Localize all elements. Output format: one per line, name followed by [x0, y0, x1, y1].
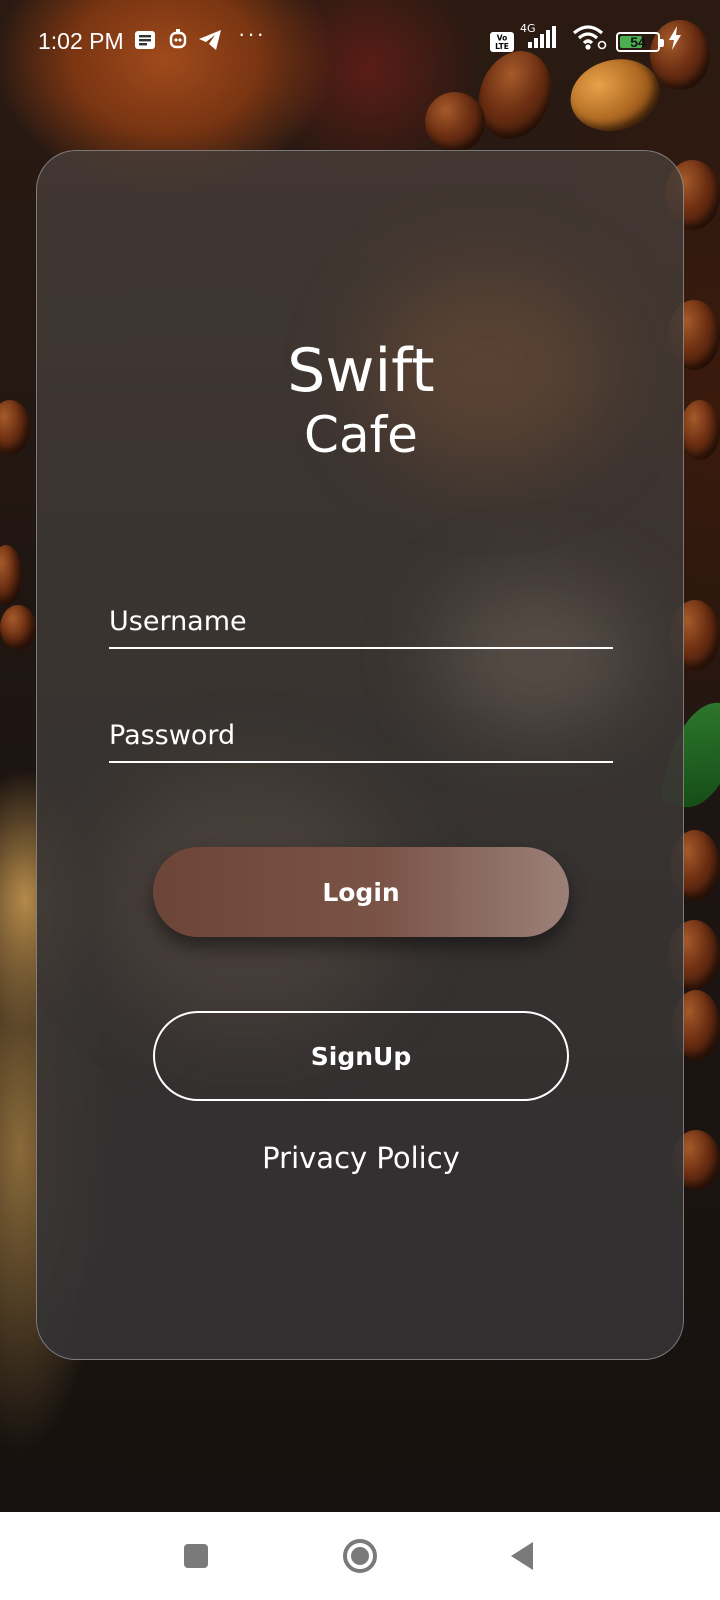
coffee-bean — [680, 400, 720, 460]
battery-level: 54 — [630, 34, 646, 50]
coffee-bean — [0, 605, 36, 650]
telegram-icon — [198, 28, 222, 52]
signup-button[interactable]: SignUp — [153, 1011, 569, 1101]
password-field — [109, 699, 613, 763]
home-button[interactable] — [338, 1534, 382, 1578]
privacy-policy-link[interactable]: Privacy Policy — [37, 1141, 683, 1175]
username-field — [109, 585, 613, 649]
bot-icon — [168, 28, 188, 52]
home-icon — [343, 1539, 377, 1573]
battery-icon: 54 — [616, 30, 664, 54]
app-title: Swift — [287, 336, 435, 406]
login-button[interactable]: Login — [153, 847, 569, 937]
svg-text:LTE: LTE — [495, 42, 509, 51]
charging-icon — [668, 26, 682, 50]
recents-button[interactable] — [174, 1534, 218, 1578]
navigation-bar — [0, 1512, 720, 1600]
volte-icon: Vo LTE — [490, 30, 514, 54]
recents-icon — [184, 1544, 208, 1568]
status-time: 1:02 PM — [38, 28, 124, 54]
username-input[interactable] — [109, 585, 613, 647]
coffee-bean — [0, 400, 30, 455]
more-icon: ··· — [238, 21, 266, 46]
back-icon — [511, 1542, 533, 1570]
back-button[interactable] — [500, 1534, 544, 1578]
coffee-bean — [0, 545, 22, 605]
wifi-icon — [572, 25, 608, 50]
signal-icon: 4G — [520, 22, 560, 48]
notification-icon — [134, 28, 156, 52]
status-bar: 1:02 PM ··· Vo LTE 4G 54 — [0, 0, 720, 80]
login-card: Swift Cafe Login SignUp Privacy Policy — [36, 150, 684, 1360]
app-subtitle: Cafe — [304, 406, 418, 464]
coffee-bean — [425, 92, 485, 152]
login-screen: 1:02 PM ··· Vo LTE 4G 54 Swift Cafe User… — [0, 0, 720, 1600]
network-type: 4G — [520, 22, 536, 35]
password-input[interactable] — [109, 699, 613, 761]
